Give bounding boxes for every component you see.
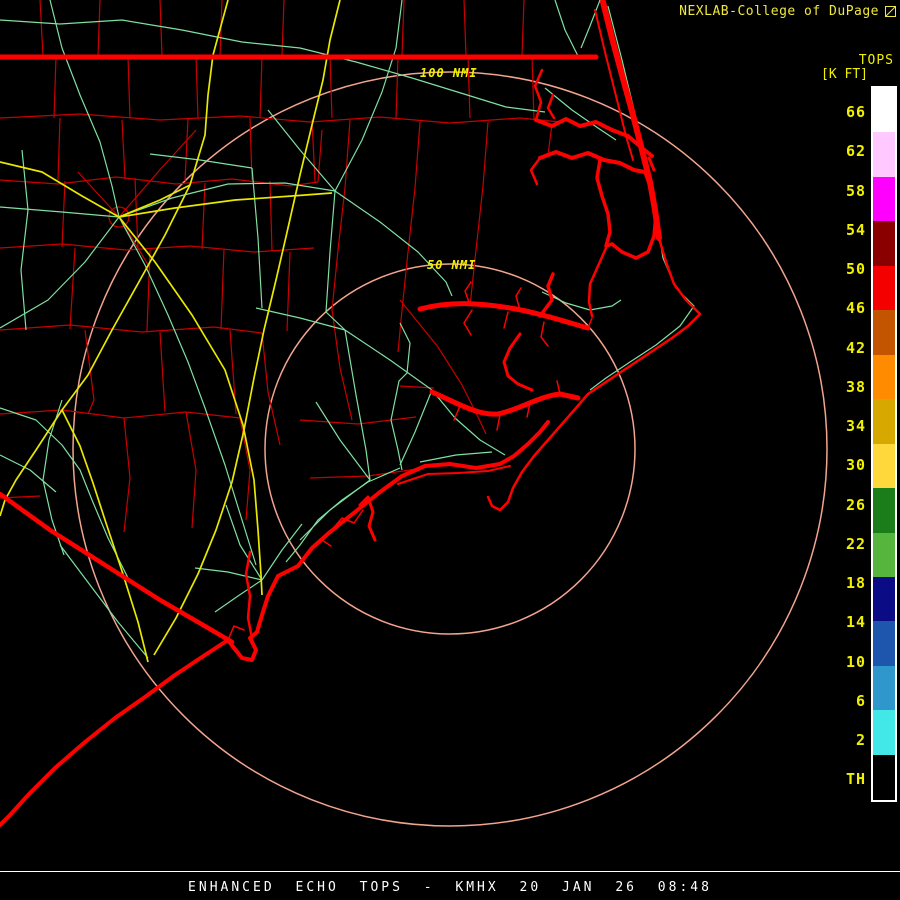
color-scale-band	[873, 533, 895, 577]
color-scale-band	[873, 621, 895, 665]
legend-tick-label: 2	[856, 731, 866, 749]
legend-tick-label: 50	[846, 260, 866, 278]
alligator-river-peninsula	[597, 160, 656, 258]
color-scale-band	[873, 666, 895, 710]
cod-logo-icon	[885, 6, 896, 17]
color-scale-band-threshold	[873, 755, 895, 800]
product-caption: ENHANCED ECHO TOPS - KMHX 20 JAN 26 08:4…	[0, 880, 900, 895]
pamlico-river	[420, 304, 588, 328]
color-scale-band	[873, 177, 895, 221]
interstate-highways	[0, 0, 340, 662]
neuse-creeks	[454, 381, 560, 430]
legend-tick-label: 46	[846, 299, 866, 317]
brand-header: NEXLAB-College of DuPage	[679, 4, 896, 19]
brand-text: NEXLAB-College of DuPage	[679, 4, 879, 19]
range-ring-label-100nmi: 100 NMI	[420, 66, 478, 80]
outer-banks-north	[603, 2, 659, 238]
color-scale-bar	[871, 86, 897, 802]
color-scale-band	[873, 577, 895, 621]
range-rings	[73, 72, 827, 826]
legend-tick-label: 62	[846, 142, 866, 160]
legend-tick-label: 26	[846, 496, 866, 514]
color-scale-band	[873, 310, 895, 354]
legend-tick-label: 30	[846, 456, 866, 474]
range-ring-100nmi	[73, 72, 827, 826]
cape-hatteras-banks	[588, 238, 700, 394]
neuse-river	[432, 392, 578, 414]
legend-tick-label: 18	[846, 574, 866, 592]
legend-tick-label: 42	[846, 339, 866, 357]
cape-fear-river	[246, 552, 252, 638]
radar-display: NEXLAB-College of DuPage TOPS [K FT] 100…	[0, 0, 900, 900]
pamlico-sound-west-shore	[589, 248, 606, 316]
legend-tick-label: 14	[846, 613, 866, 631]
color-scale-band	[873, 355, 895, 399]
legend-tick-label: 58	[846, 182, 866, 200]
legend-units-label: [K FT]	[821, 67, 868, 82]
color-scale-band	[873, 444, 895, 488]
legend-tick-label: 66	[846, 103, 866, 121]
radar-map	[0, 0, 900, 900]
legend-tick-label: 38	[846, 378, 866, 396]
bay-river-peninsula	[504, 334, 532, 390]
legend-threshold-label: TH	[846, 770, 866, 788]
color-scale-band	[873, 88, 895, 132]
color-scale-band	[873, 710, 895, 754]
color-scale-band	[873, 488, 895, 532]
color-scale-band	[873, 221, 895, 265]
color-scale-band	[873, 132, 895, 176]
color-scale-band	[873, 399, 895, 443]
legend-tick-label: 6	[856, 692, 866, 710]
legend-title: TOPS	[859, 53, 894, 68]
color-scale-band	[873, 266, 895, 310]
legend-tick-label: 22	[846, 535, 866, 553]
roanoke-island	[649, 158, 654, 170]
legend-tick-label: 34	[846, 417, 866, 435]
legend-tick-label: 54	[846, 221, 866, 239]
footer-divider	[0, 871, 900, 872]
southwest-coast-cape-fear	[0, 476, 402, 825]
legend-tick-label: 10	[846, 653, 866, 671]
range-ring-label-50nmi: 50 NMI	[427, 258, 476, 272]
albemarle-south-shore	[540, 152, 645, 172]
pungo-river	[540, 274, 553, 316]
range-ring-50nmi	[265, 264, 635, 634]
